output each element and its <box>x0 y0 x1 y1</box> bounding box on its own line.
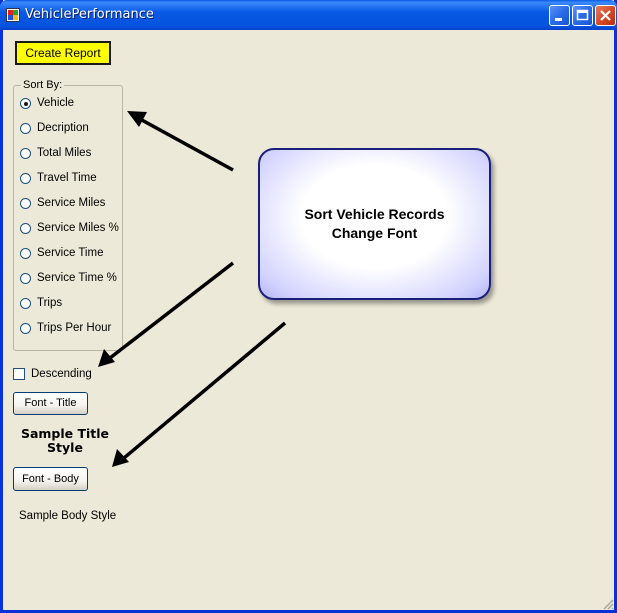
callout-line-1: Sort Vehicle Records <box>304 206 445 222</box>
arrow-to-descending <box>98 261 235 367</box>
callout-line-2: Change Font <box>331 225 418 241</box>
arrow-to-sort-group <box>127 111 234 172</box>
arrow-to-font-body <box>112 321 287 467</box>
callout-box: Sort Vehicle Records Change Font <box>258 148 491 300</box>
callout-text: Sort Vehicle Records Change Font <box>260 205 489 243</box>
annotation-arrows <box>98 111 287 467</box>
resize-grip-icon[interactable] <box>602 598 614 610</box>
